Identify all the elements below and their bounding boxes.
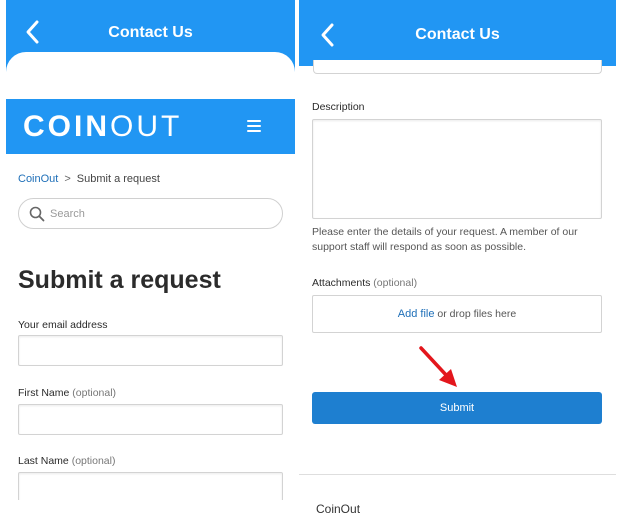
first-name-label: First Name (optional): [18, 387, 116, 399]
coinout-logo[interactable]: COINOUT: [23, 110, 182, 144]
footer-brand[interactable]: CoinOut: [316, 502, 360, 516]
description-label: Description: [312, 101, 365, 113]
search-box[interactable]: [18, 198, 283, 229]
submit-button[interactable]: Submit: [312, 392, 602, 424]
search-input[interactable]: [50, 205, 270, 223]
partial-input-field[interactable]: [313, 60, 602, 74]
breadcrumb-separator: >: [64, 173, 71, 185]
hamburger-menu-icon[interactable]: [247, 120, 261, 132]
add-file-link[interactable]: Add file: [398, 308, 435, 320]
logo-text-bold: COIN: [23, 110, 110, 143]
sheet-top-edge: [6, 52, 295, 82]
header-bar: Contact Us: [299, 0, 616, 66]
first-name-label-text: First Name: [18, 387, 70, 399]
optional-tag: (optional): [373, 277, 418, 289]
email-label: Your email address: [18, 319, 108, 331]
header-title: Contact Us: [415, 26, 500, 43]
footer-divider: [299, 474, 616, 475]
optional-tag: (optional): [71, 455, 116, 467]
search-icon: [29, 206, 45, 222]
logo-text-light: OUT: [110, 110, 183, 143]
left-screen: Contact Us COINOUT CoinOut > Submit a requ…: [6, 0, 295, 500]
page-title: Submit a request: [18, 266, 221, 294]
last-name-field[interactable]: [18, 472, 283, 500]
right-screen: Contact Us Description Please enter the …: [299, 0, 616, 532]
attachment-dropzone[interactable]: Add file or drop files here: [312, 295, 602, 333]
first-name-field[interactable]: [18, 404, 283, 435]
attachments-label-text: Attachments: [312, 277, 371, 289]
red-arrow-icon: [419, 346, 457, 387]
breadcrumb: CoinOut > Submit a request: [18, 173, 160, 185]
description-textarea[interactable]: [312, 119, 602, 219]
optional-tag: (optional): [72, 387, 117, 399]
last-name-label: Last Name (optional): [18, 455, 115, 467]
breadcrumb-home-link[interactable]: CoinOut: [18, 173, 58, 185]
attachments-label: Attachments (optional): [312, 277, 417, 289]
last-name-label-text: Last Name: [18, 455, 69, 467]
description-hint: Please enter the details of your request…: [312, 226, 578, 253]
email-field[interactable]: [18, 335, 283, 366]
header-title: Contact Us: [108, 24, 193, 41]
breadcrumb-current: Submit a request: [76, 173, 160, 185]
brand-bar: COINOUT: [6, 99, 295, 154]
drop-files-text: or drop files here: [434, 308, 517, 320]
